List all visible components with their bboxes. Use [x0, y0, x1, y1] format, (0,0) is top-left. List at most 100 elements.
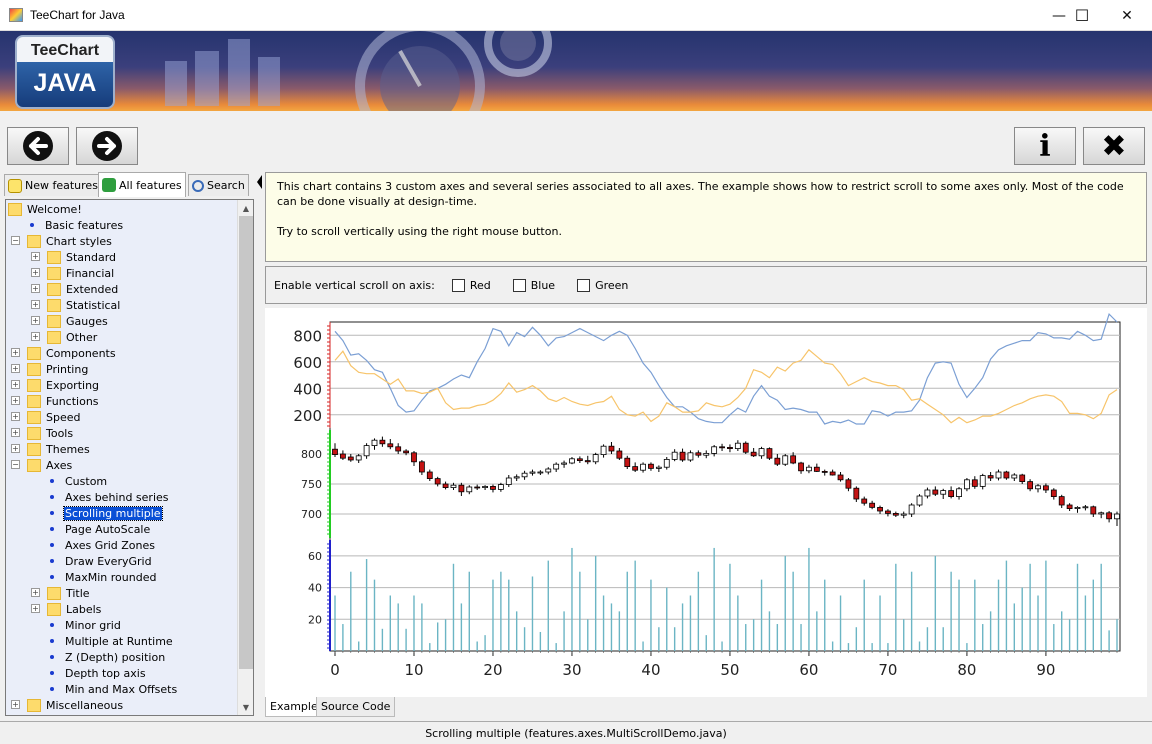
exit-button[interactable]: ✖	[1083, 127, 1145, 165]
candle-body	[347, 456, 354, 461]
banner-graphic	[165, 31, 552, 111]
candle-body	[964, 479, 970, 490]
blue-checkbox[interactable]: Blue	[512, 278, 555, 292]
x-tick-label: 20	[483, 661, 502, 679]
tree-item-label: Basic features	[45, 218, 124, 232]
folder-icon	[47, 266, 61, 280]
tab-new-features[interactable]: New features	[4, 174, 102, 196]
tree-item-label: Printing	[46, 362, 89, 376]
tab-example[interactable]: Example	[265, 697, 323, 717]
candle-body	[466, 486, 473, 493]
tab-source-code[interactable]: Source Code	[316, 697, 396, 717]
candle-body	[1003, 471, 1010, 479]
candle-body	[434, 478, 441, 485]
expand-icon[interactable]: +	[31, 284, 40, 293]
candle-body	[1106, 512, 1113, 520]
scroll-down-arrow-icon[interactable]: ▼	[238, 699, 254, 715]
candle-body	[837, 474, 844, 481]
expand-icon[interactable]: +	[31, 316, 40, 325]
bullet-icon	[50, 671, 54, 675]
red-checkbox[interactable]: Red	[451, 278, 491, 292]
tree-item-label: Custom	[65, 474, 108, 488]
candle-body	[774, 457, 781, 465]
folder-icon	[27, 394, 41, 408]
tree-item-label: Welcome!	[27, 202, 82, 216]
candle-body	[916, 495, 923, 506]
tree-item-label: Z (Depth) position	[65, 650, 166, 664]
checkbox-box[interactable]	[577, 278, 591, 292]
collapse-icon[interactable]: −	[11, 460, 20, 469]
expand-icon[interactable]: +	[11, 412, 20, 421]
checkbox-box[interactable]	[512, 278, 526, 292]
candle-body	[505, 477, 512, 485]
bottom-tab-strip: Example Source Code	[265, 697, 1147, 717]
tab-all-features[interactable]: All features	[98, 172, 186, 197]
options-bar: Enable vertical scroll on axis: Red Blue…	[265, 266, 1147, 304]
expand-icon[interactable]: +	[31, 268, 40, 277]
candle-body	[474, 486, 481, 489]
tree-item-label: Draw EveryGrid	[65, 554, 152, 568]
close-window-button[interactable]: ✕	[1104, 0, 1150, 31]
tree-item-label: Scrolling multiple	[63, 505, 163, 521]
arrow-right-icon	[92, 131, 122, 161]
maximize-button[interactable]: ☐	[1059, 0, 1105, 31]
feature-tree[interactable]: Welcome! Basic features − Chart styles + Stan…	[5, 199, 254, 716]
expand-icon[interactable]: +	[11, 700, 20, 709]
collapse-icon[interactable]: −	[11, 236, 20, 245]
expand-icon[interactable]: +	[11, 380, 20, 389]
demo-description: This chart contains 3 custom axes and se…	[265, 172, 1147, 262]
panel-splitter[interactable]	[257, 172, 263, 718]
back-button[interactable]	[7, 127, 69, 165]
magnifier-icon	[192, 179, 204, 192]
candle-body	[442, 483, 449, 488]
status-text: Scrolling multiple (features.axes.MultiS…	[425, 726, 727, 740]
bullet-icon	[50, 655, 54, 659]
expand-icon[interactable]: +	[31, 300, 40, 309]
expand-icon[interactable]: +	[11, 428, 20, 437]
expand-icon[interactable]: +	[11, 396, 20, 405]
tree-scrollbar[interactable]: ▲ ▼	[237, 200, 253, 715]
bullet-icon	[50, 495, 54, 499]
candle-body	[553, 463, 560, 470]
candle-body	[987, 475, 994, 479]
expand-icon[interactable]: +	[11, 444, 20, 453]
info-icon: i	[1039, 128, 1051, 164]
expand-icon[interactable]: +	[31, 252, 40, 261]
expand-icon[interactable]: +	[31, 588, 40, 597]
checkbox-box[interactable]	[451, 278, 465, 292]
chart-panel[interactable]: 200 400 600 800 700 750 800 20 40 60 0 10 20 30 40 50 60…	[265, 308, 1147, 697]
forward-button[interactable]	[76, 127, 138, 165]
expand-icon[interactable]: +	[31, 604, 40, 613]
scroll-thumb[interactable]	[239, 216, 253, 669]
tree-item-label: Gauges	[66, 314, 108, 328]
multi-axis-chart[interactable]: 2004006008007007508002040600 10 20 30 40 50 60…	[265, 308, 1147, 697]
feature-tree-list: Welcome! Basic features − Chart styles + Stan…	[6, 200, 237, 715]
bullet-icon	[50, 687, 54, 691]
candle-body	[948, 490, 955, 498]
candle-body	[813, 466, 820, 472]
expand-icon[interactable]: +	[11, 348, 20, 357]
candle-body	[1114, 513, 1120, 520]
info-button[interactable]: i	[1014, 127, 1076, 165]
candle-body	[979, 475, 986, 487]
x-tick-label: 60	[799, 661, 818, 679]
scroll-up-arrow-icon[interactable]: ▲	[238, 200, 254, 216]
candle-body	[703, 452, 710, 456]
candle-body	[355, 455, 362, 461]
green-checkbox[interactable]: Green	[577, 278, 628, 292]
tree-item-label: Statistical	[66, 298, 121, 312]
candle-body	[1066, 504, 1073, 509]
folder-icon	[27, 426, 41, 440]
expand-icon[interactable]: +	[31, 332, 40, 341]
folder-icon	[27, 442, 41, 456]
candle-body	[600, 445, 607, 455]
expand-icon[interactable]: +	[11, 364, 20, 373]
collapse-arrow-icon[interactable]	[257, 175, 263, 189]
candle-body	[655, 466, 662, 469]
status-bar: Scrolling multiple (features.axes.MultiS…	[0, 721, 1152, 744]
tab-search[interactable]: Search	[188, 174, 249, 196]
folder-icon	[27, 458, 41, 472]
candle-body	[1058, 496, 1065, 506]
candle-body	[632, 466, 639, 471]
candle-body	[411, 452, 417, 463]
